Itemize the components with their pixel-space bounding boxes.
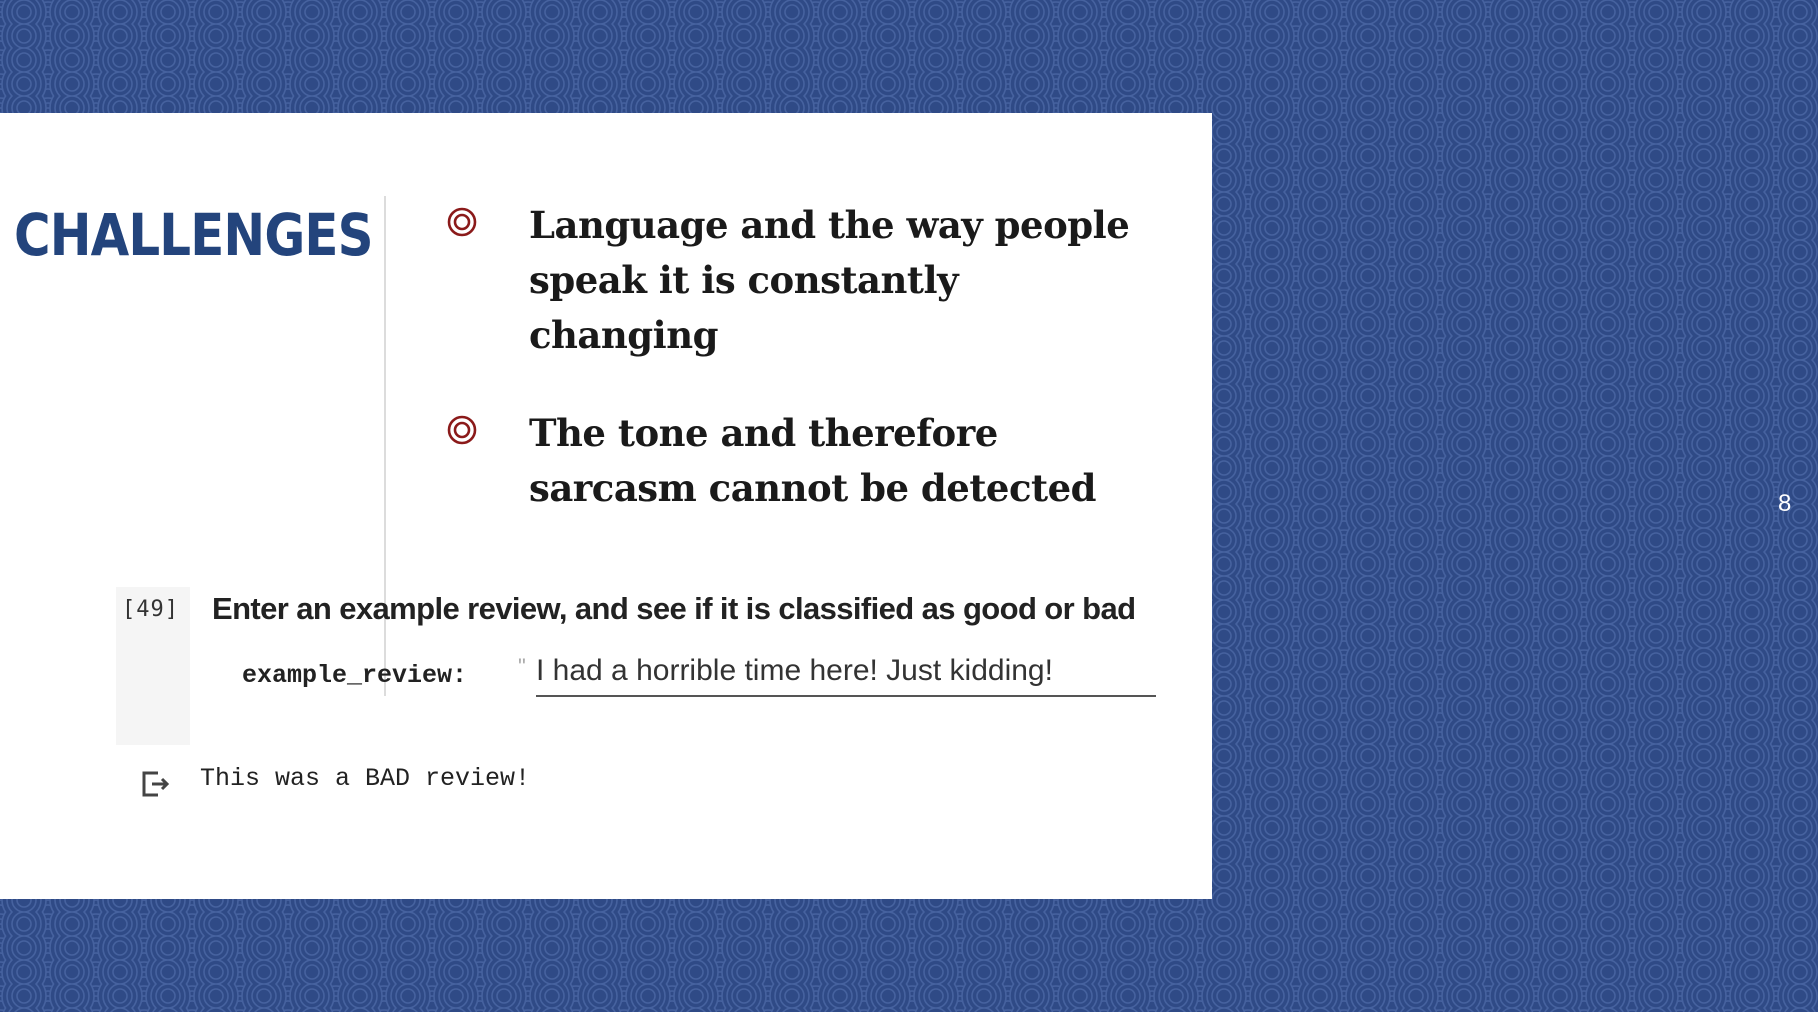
slide-title: CHALLENGES [14,201,374,269]
param-label: example_review: [242,661,468,690]
slide-page-number: 8 [1778,490,1792,517]
cell-output-text: This was a BAD review! [200,764,531,793]
string-quote-mark: " [518,654,526,679]
output-arrow-icon [142,771,170,797]
double-ring-bullet-icon [447,207,477,237]
notebook-cell-heading: Enter an example review, and see if it i… [212,591,1136,626]
example-review-input[interactable] [536,647,1156,697]
slide-content-card: CHALLENGES Language and the way people s… [0,113,1212,899]
bullet-text: Language and the way people speak it is … [529,203,1130,357]
notebook-cell-number: [49] [122,597,179,622]
double-ring-bullet-icon [447,415,477,445]
bullet-text: The tone and therefore sarcasm cannot be… [529,411,1097,510]
